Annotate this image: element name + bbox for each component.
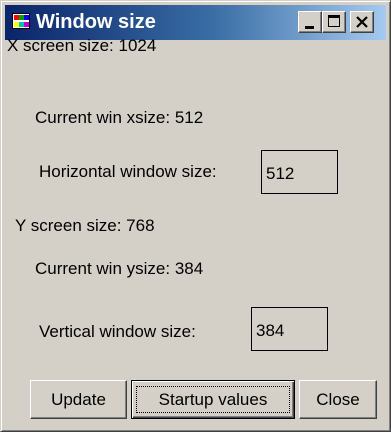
startup-values-button-label: Startup values xyxy=(158,390,268,409)
window-size-dialog: Window size X screen size: 1024 Current … xyxy=(0,0,391,432)
close-window-button[interactable] xyxy=(350,11,374,33)
startup-values-button[interactable]: Startup values xyxy=(131,380,295,419)
update-button[interactable]: Update xyxy=(30,380,127,419)
maximize-button[interactable] xyxy=(322,11,346,33)
close-button[interactable]: Close xyxy=(299,380,377,419)
app-icon[interactable] xyxy=(12,13,30,29)
close-icon xyxy=(356,16,368,28)
minimize-button[interactable] xyxy=(298,11,322,33)
close-button-label: Close xyxy=(316,390,360,409)
maximize-icon xyxy=(328,15,340,27)
vertical-size-input[interactable] xyxy=(251,307,328,351)
update-button-label: Update xyxy=(51,390,106,409)
vertical-size-label: Vertical window size: xyxy=(39,322,196,341)
x-screen-size-label: X screen size: 1024 xyxy=(7,36,157,55)
window-title: Window size xyxy=(36,11,156,33)
current-xsize-label: Current win xsize: 512 xyxy=(35,108,204,127)
horizontal-size-input[interactable] xyxy=(261,150,338,194)
current-ysize-label: Current win ysize: 384 xyxy=(35,259,204,278)
horizontal-size-label: Horizontal window size: xyxy=(39,162,217,181)
minimize-icon xyxy=(305,26,314,29)
y-screen-size-label: Y screen size: 768 xyxy=(15,216,155,235)
